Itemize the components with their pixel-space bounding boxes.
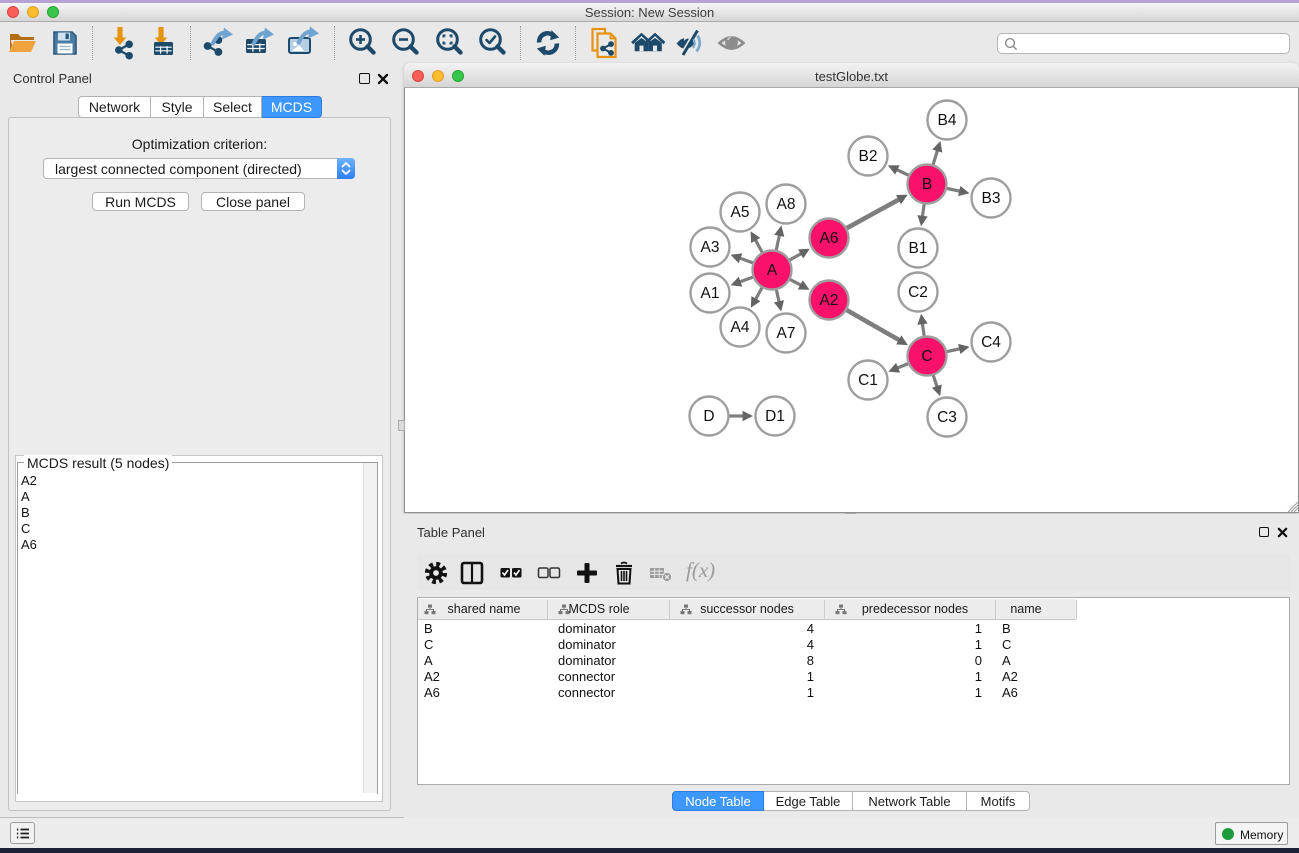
svg-text:A1: A1 [701, 285, 720, 302]
svg-text:B3: B3 [982, 190, 1001, 207]
svg-text:A8: A8 [777, 196, 796, 213]
svg-text:A2: A2 [820, 292, 839, 309]
svg-text:C2: C2 [908, 284, 928, 301]
svg-text:B1: B1 [909, 240, 928, 257]
svg-text:D1: D1 [765, 408, 785, 425]
svg-text:A4: A4 [731, 319, 750, 336]
svg-text:A6: A6 [820, 230, 839, 247]
svg-text:C1: C1 [858, 372, 878, 389]
svg-text:A3: A3 [701, 239, 720, 256]
svg-text:C3: C3 [937, 409, 957, 426]
svg-text:B4: B4 [938, 112, 957, 129]
svg-text:C: C [921, 348, 932, 365]
svg-text:C4: C4 [981, 334, 1001, 351]
svg-text:A5: A5 [731, 204, 750, 221]
svg-text:A7: A7 [777, 325, 796, 342]
svg-text:B2: B2 [859, 148, 878, 165]
svg-text:A: A [767, 262, 778, 279]
svg-text:B: B [922, 176, 932, 193]
svg-text:D: D [703, 408, 714, 425]
